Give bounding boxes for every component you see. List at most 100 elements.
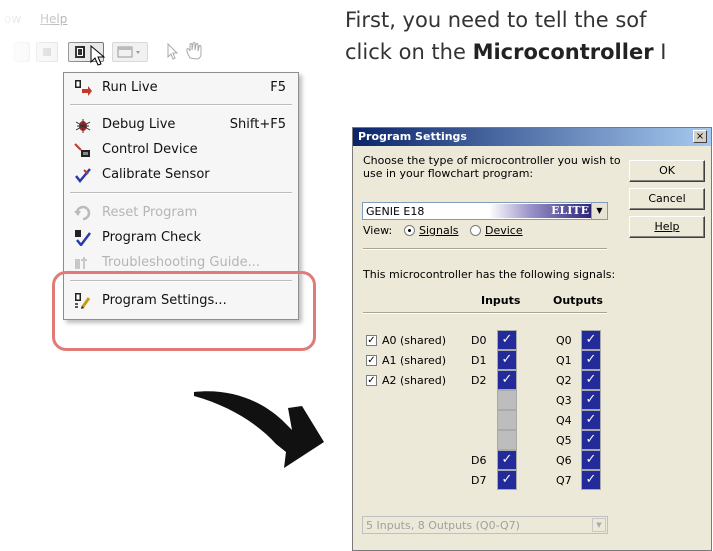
input-d3-cell <box>497 390 517 410</box>
inputs-header: Inputs <box>481 294 521 307</box>
dialog-titlebar[interactable]: Program Settings × <box>353 128 711 146</box>
input-label: D1 <box>471 354 487 367</box>
signal-summary-text: 5 Inputs, 8 Outputs (Q0-Q7) <box>366 519 520 532</box>
input-d0-cell[interactable]: ✓ <box>497 330 517 350</box>
menu-separator <box>70 192 292 194</box>
dialog-title: Program Settings <box>358 130 467 143</box>
microcontroller-select[interactable]: GENIE E18 ELITE ▼ <box>362 202 608 220</box>
separator <box>363 248 607 250</box>
analog-a2-label[interactable]: A2 (shared) <box>382 374 446 387</box>
calibrate-icon <box>75 168 91 183</box>
view-label: View: <box>363 224 393 237</box>
view-signals-radio[interactable] <box>404 225 415 236</box>
output-label: Q7 <box>556 474 572 487</box>
toolbar-pause-button[interactable] <box>14 42 30 62</box>
menu-item-calibrate-sensor[interactable]: Calibrate Sensor <box>64 164 298 186</box>
menu-label: Calibrate Sensor <box>102 167 210 182</box>
signals-caption: This microcontroller has the following s… <box>363 268 616 281</box>
toolbar-view-dropdown[interactable] <box>112 42 148 62</box>
cursor-icon <box>90 45 106 66</box>
instruction-bold-term: Microcontroller <box>472 40 654 64</box>
input-d2-cell[interactable]: ✓ <box>497 370 517 390</box>
output-q2-cell[interactable]: ✓ <box>581 370 601 390</box>
output-label: Q0 <box>556 334 572 347</box>
selected-controller: GENIE E18 <box>366 205 425 218</box>
outputs-header: Outputs <box>553 294 603 307</box>
prompt-line-1: Choose the type of microcontroller you w… <box>363 154 621 167</box>
dialog-close-button[interactable]: × <box>693 130 707 143</box>
input-d7-cell[interactable]: ✓ <box>497 470 517 490</box>
menubar-item-window[interactable]: ow <box>4 12 21 26</box>
output-label: Q3 <box>556 394 572 407</box>
menu-item-debug-live[interactable]: Debug Live Shift+F5 <box>64 114 298 136</box>
view-signals-label[interactable]: Signals <box>419 224 459 237</box>
program-settings-dialog: Program Settings × Choose the type of mi… <box>352 127 712 551</box>
instruction-suffix: I <box>653 40 667 64</box>
output-q6-cell[interactable]: ✓ <box>581 450 601 470</box>
output-q3-cell[interactable]: ✓ <box>581 390 601 410</box>
pointer-hand-icons[interactable] <box>164 42 214 62</box>
analog-a1-label[interactable]: A1 (shared) <box>382 354 446 367</box>
output-label: Q1 <box>556 354 572 367</box>
highlight-ring <box>52 271 316 351</box>
toolbar <box>0 32 310 70</box>
menu-label: Debug Live <box>102 117 176 132</box>
menubar-item-help[interactable]: Help <box>40 12 67 26</box>
menu-bar: ow Help <box>0 8 310 32</box>
ok-button[interactable]: OK <box>629 160 705 182</box>
window-icon <box>117 46 140 58</box>
prompt-line-2: use in your flowchart program: <box>363 167 534 180</box>
menu-shortcut: Shift+F5 <box>229 117 286 132</box>
output-q4-cell[interactable]: ✓ <box>581 410 601 430</box>
troubleshoot-icon <box>75 257 87 269</box>
control-device-icon <box>74 143 90 157</box>
menu-label: Reset Program <box>102 205 198 220</box>
input-label: D6 <box>471 454 487 467</box>
input-label: D0 <box>471 334 487 347</box>
chevron-down-icon[interactable]: ▼ <box>591 203 607 219</box>
elite-badge-text: ELITE <box>551 204 589 217</box>
signal-summary-select: 5 Inputs, 8 Outputs (Q0-Q7) ▼ <box>362 516 608 534</box>
separator <box>363 312 607 314</box>
output-q7-cell[interactable]: ✓ <box>581 470 601 490</box>
output-q0-cell[interactable]: ✓ <box>581 330 601 350</box>
output-label: Q4 <box>556 414 572 427</box>
view-device-label[interactable]: Device <box>485 224 523 237</box>
program-check-icon <box>75 230 91 246</box>
output-label: Q5 <box>556 434 572 447</box>
run-live-icon <box>75 80 92 96</box>
menu-label: Troubleshooting Guide... <box>102 255 260 270</box>
input-d4-cell <box>497 410 517 430</box>
menu-shortcut: F5 <box>270 80 286 95</box>
analog-a0-checkbox[interactable]: ✓ <box>366 335 377 346</box>
analog-a2-checkbox[interactable]: ✓ <box>366 375 377 386</box>
menu-label: Program Check <box>102 230 201 245</box>
analog-a1-checkbox[interactable]: ✓ <box>366 355 377 366</box>
input-d5-cell <box>497 430 517 450</box>
menu-item-program-check[interactable]: Program Check <box>64 227 298 249</box>
cancel-button[interactable]: Cancel <box>629 188 705 210</box>
toolbar-microcontroller-button[interactable] <box>68 42 106 66</box>
chip-icon <box>75 46 85 58</box>
menu-label: Control Device <box>102 142 198 157</box>
toolbar-stop-button[interactable] <box>36 42 58 62</box>
analog-a0-label[interactable]: A0 (shared) <box>382 334 446 347</box>
chevron-down-icon: ▼ <box>592 518 606 532</box>
curved-arrow-icon <box>194 391 324 468</box>
output-q1-cell[interactable]: ✓ <box>581 350 601 370</box>
menu-separator <box>70 104 292 106</box>
bug-icon <box>75 119 91 133</box>
input-label: D2 <box>471 374 487 387</box>
menu-item-run-live[interactable]: Run Live F5 <box>64 77 298 99</box>
view-device-radio[interactable] <box>470 225 481 236</box>
instruction-line-1: First, you need to tell the sof <box>345 8 647 32</box>
menu-item-reset-program[interactable]: Reset Program <box>64 202 298 224</box>
input-label: D7 <box>471 474 487 487</box>
menu-item-control-device[interactable]: Control Device <box>64 139 298 161</box>
menu-label: Run Live <box>102 80 158 95</box>
output-q5-cell[interactable]: ✓ <box>581 430 601 450</box>
output-label: Q6 <box>556 454 572 467</box>
help-button[interactable]: Help <box>629 216 705 238</box>
input-d1-cell[interactable]: ✓ <box>497 350 517 370</box>
input-d6-cell[interactable]: ✓ <box>497 450 517 470</box>
